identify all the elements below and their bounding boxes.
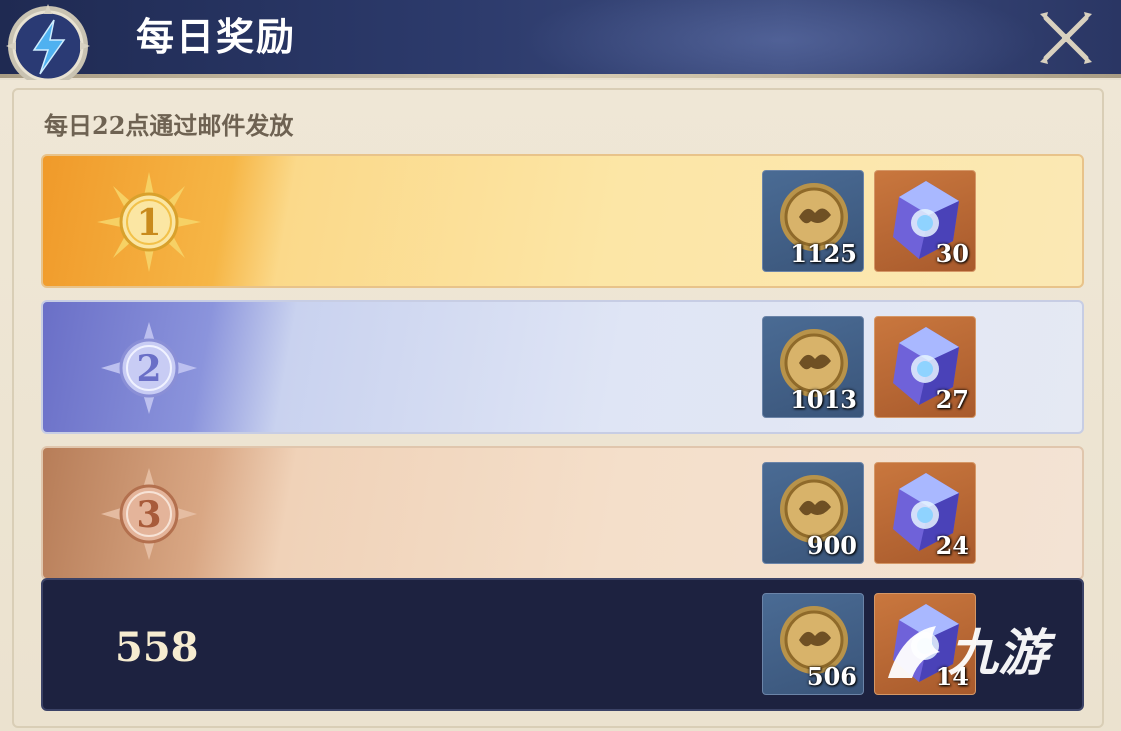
my-coin-qty: 506 [806,662,857,691]
rank-1-medal-icon: 1 [97,172,201,272]
rank-2-crystal-qty: 27 [935,385,969,414]
rank-3-coin-reward[interactable]: 900 [762,462,864,564]
mail-delivery-note: 每日22点通过邮件发放 [44,111,294,140]
header-decoration [520,0,1040,78]
rank-1-crystal-reward[interactable]: 30 [874,170,976,272]
rank-2-coin-reward[interactable]: 1013 [762,316,864,418]
rank-1-coin-reward[interactable]: 1125 [762,170,864,272]
rank-3-crystal-reward[interactable]: 24 [874,462,976,564]
rank-1-coin-qty: 1125 [790,239,857,268]
page-title: 每日奖励 [136,14,297,59]
my-coin-reward[interactable]: 506 [762,593,864,695]
rank-3-number: 3 [136,494,161,536]
rank-3-crystal-qty: 24 [935,531,969,560]
rank-1-number: 1 [136,202,161,244]
rank-3-medal-icon: 3 [101,468,197,560]
close-x-icon[interactable] [1034,6,1098,70]
rank-2-crystal-reward[interactable]: 27 [874,316,976,418]
rank-1-crystal-qty: 30 [935,239,969,268]
watermark-text: 九游 [948,624,1048,682]
my-score: 558 [115,624,199,671]
header-divider [0,74,1121,78]
rank-2-number: 2 [136,348,161,390]
rank-2-medal-icon: 2 [101,322,197,414]
rank-3-coin-qty: 900 [806,531,857,560]
rank-2-coin-qty: 1013 [790,385,857,414]
